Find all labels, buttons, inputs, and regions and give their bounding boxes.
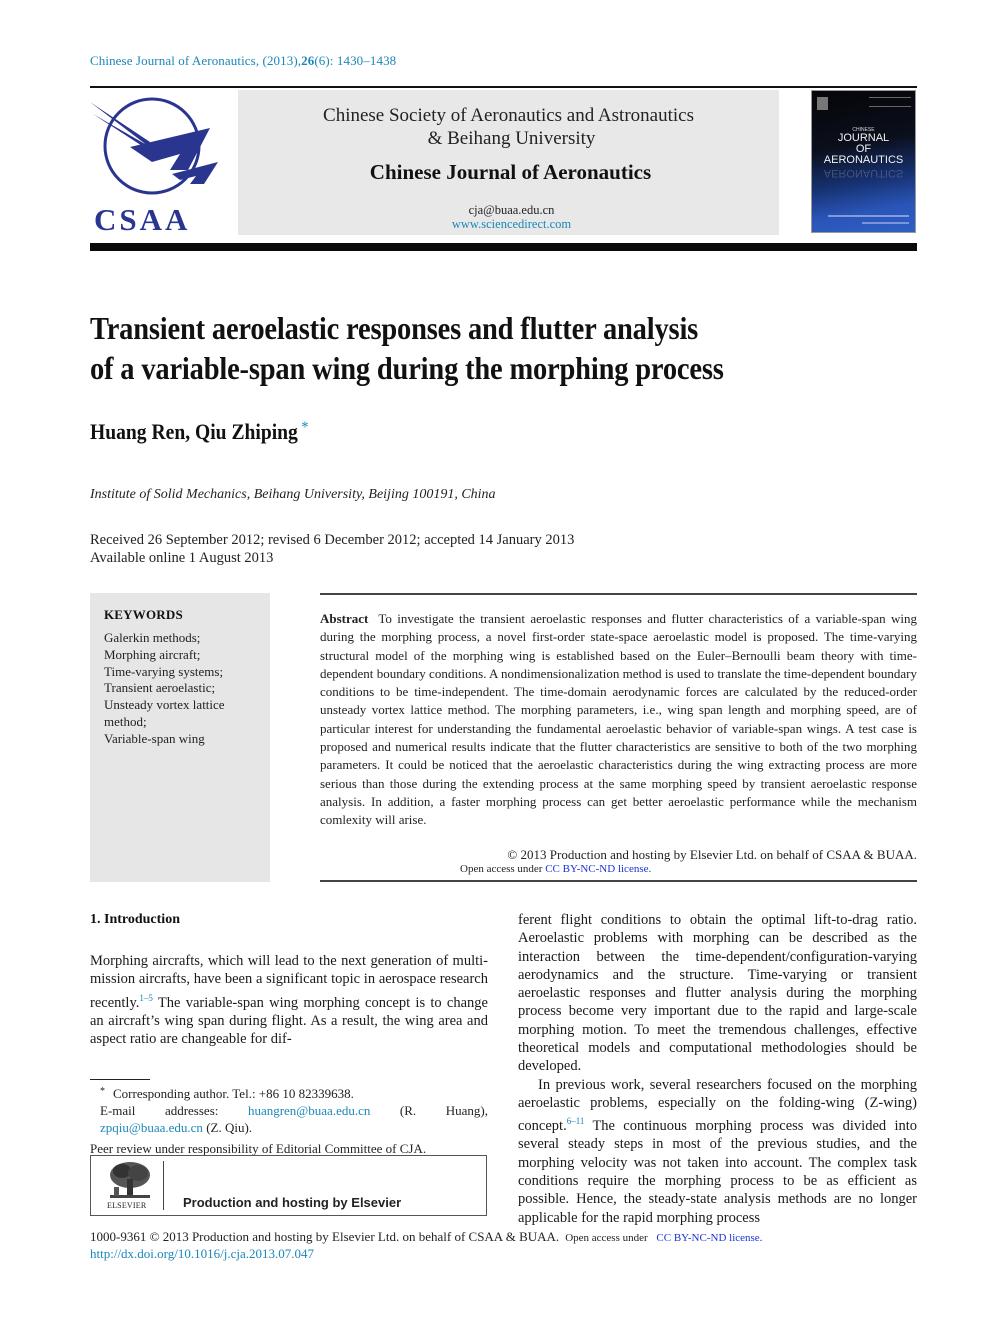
csaa-emblem-icon bbox=[90, 97, 218, 195]
cover-footer-line bbox=[828, 215, 909, 217]
footnote-rule bbox=[90, 1079, 150, 1080]
keyword-item: Time-varying systems; bbox=[104, 663, 224, 679]
keywords-heading: KEYWORDS bbox=[104, 607, 183, 622]
journal-name: Chinese Journal of Aeronautics bbox=[369, 160, 652, 184]
keyword-item: Unsteady vortex lattice method; bbox=[104, 697, 225, 729]
abstract-copyright: © 2013 Production and hosting by Elsevie… bbox=[507, 847, 917, 862]
keyword-item: Variable-span wing bbox=[104, 730, 205, 746]
abstract-label: Abstract bbox=[320, 611, 369, 626]
citation-issue-pages: (6): 1430–1438 bbox=[314, 53, 397, 68]
open-access-prefix: Open access under bbox=[460, 863, 546, 875]
email-link-qiu[interactable]: zpqiu@buaa.edu.cn bbox=[100, 1120, 203, 1135]
cover-footer-line bbox=[862, 222, 909, 224]
article-dates: Received 26 September 2012; revised 6 De… bbox=[90, 531, 574, 567]
citation-ref-link[interactable]: 6–11 bbox=[567, 1116, 585, 1126]
article-history: Received 26 September 2012; revised 6 De… bbox=[90, 532, 575, 548]
article-title: Transient aeroelastic responses and flut… bbox=[90, 308, 724, 388]
issn-copyright: 1000-9361 © 2013 Production and hosting … bbox=[90, 1229, 560, 1244]
author-affiliation: Institute of Solid Mechanics, Beihang Un… bbox=[90, 487, 496, 502]
corresponding-author-text: Corresponding author. Tel.: +86 10 82339… bbox=[113, 1086, 354, 1101]
elsevier-wordmark: ELSEVIER bbox=[107, 1201, 147, 1210]
abstract-open-access: Open access under CC BY-NC-ND license. bbox=[460, 863, 651, 875]
journal-email[interactable]: cja@buaa.edu.cn bbox=[238, 203, 779, 218]
email-name-qiu: (Z. Qiu). bbox=[202, 1120, 253, 1135]
society-name-line1: Chinese Society of Aeronautics and Astro… bbox=[323, 105, 694, 126]
masthead-box: Chinese Society of Aeronautics and Astro… bbox=[238, 90, 779, 235]
society-name-line2: & Beihang University bbox=[427, 128, 596, 149]
citation-volume: 26 bbox=[301, 53, 315, 68]
doi-link[interactable]: http://dx.doi.org/10.1016/j.cja.2013.07.… bbox=[90, 1246, 314, 1262]
body-column-left: Morphing aircrafts, which will lead to t… bbox=[90, 952, 488, 1048]
license-link[interactable]: CC BY-NC-ND license. bbox=[545, 863, 651, 875]
cover-elsevier-mark-icon bbox=[817, 97, 828, 110]
journal-citation[interactable]: Chinese Journal of Aeronautics, (2013),2… bbox=[90, 53, 396, 69]
footnote-asterisk: * bbox=[100, 1086, 105, 1097]
elsevier-hosting-text: Production and hosting by Elsevier bbox=[183, 1195, 402, 1210]
elsevier-tree-icon bbox=[110, 1162, 150, 1198]
cover-title-line: AERONAUTICS bbox=[823, 154, 904, 166]
abstract-text: To investigate the transient aeroelastic… bbox=[320, 611, 917, 828]
footnotes: * Corresponding author. Tel.: +86 10 8233… bbox=[90, 1083, 488, 1157]
abstract-top-rule bbox=[320, 593, 917, 595]
author-names: Huang Ren, Qiu Zhiping bbox=[90, 419, 298, 444]
footer-open-access-prefix: Open access under bbox=[565, 1232, 651, 1244]
keyword-item: Morphing aircraft; bbox=[104, 646, 201, 662]
article-title-line2: of a variable-span wing during the morph… bbox=[90, 350, 724, 386]
masthead-top-rule bbox=[90, 86, 917, 88]
email-name-huang: (R. Huang), bbox=[370, 1103, 488, 1118]
paragraph: ferent flight conditions to obtain the o… bbox=[518, 912, 917, 1075]
body-column-right: ferent flight conditions to obtain the o… bbox=[518, 911, 917, 1227]
keywords-box: KEYWORDS Galerkin methods; Morphing airc… bbox=[90, 593, 270, 882]
abstract-bottom-rule bbox=[320, 880, 917, 882]
abstract: Abstract To investigate the transient aer… bbox=[320, 610, 917, 830]
paragraph: In previous work, several researchers fo… bbox=[518, 1076, 917, 1227]
footer-copyright: 1000-9361 © 2013 Production and hosting … bbox=[90, 1229, 762, 1245]
email-prefix: E-mail addresses: bbox=[100, 1103, 248, 1118]
email-link-huang[interactable]: huangren@buaa.edu.cn bbox=[248, 1103, 370, 1118]
section-heading-introduction: 1. Introduction bbox=[90, 912, 180, 927]
cover-title: JOURNAL OF AERONAUTICS bbox=[812, 133, 915, 166]
paragraph-text: The continuous morphing process was divi… bbox=[518, 1118, 917, 1226]
article-authors: Huang Ren, Qiu Zhiping * bbox=[90, 419, 309, 445]
citation-ref-link[interactable]: 1–5 bbox=[139, 993, 153, 1003]
elsevier-hosting-box: ELSEVIER Production and hosting by Elsev… bbox=[90, 1155, 487, 1216]
csaa-logo-text: CSAA bbox=[94, 202, 191, 237]
journal-cover-thumbnail[interactable]: CHINESE JOURNAL OF AERONAUTICS AERONAUTI… bbox=[811, 90, 916, 233]
article-title-line1: Transient aeroelastic responses and flut… bbox=[90, 310, 699, 346]
citation-journal: Chinese Journal of Aeronautics, (2013), bbox=[90, 53, 302, 68]
elsevier-divider bbox=[163, 1161, 164, 1210]
corresponding-author-mark[interactable]: * bbox=[301, 419, 308, 436]
available-online-date: Available online 1 August 2013 bbox=[90, 550, 274, 566]
masthead-bottom-rule bbox=[90, 243, 917, 251]
cover-title-reflection: AERONAUTICS bbox=[823, 167, 904, 179]
corresponding-author-note: * Corresponding author. Tel.: +86 10 8233… bbox=[90, 1083, 488, 1102]
keyword-item: Transient aeroelastic; bbox=[104, 680, 216, 696]
cover-issue-info bbox=[869, 97, 911, 107]
journal-url-link[interactable]: www.sciencedirect.com bbox=[238, 217, 779, 232]
keyword-item: Galerkin methods; bbox=[104, 630, 201, 645]
footer-license-link[interactable]: CC BY-NC-ND license. bbox=[656, 1232, 762, 1244]
email-addresses: E-mail addresses: huangren@buaa.edu.cn (… bbox=[90, 1102, 488, 1136]
